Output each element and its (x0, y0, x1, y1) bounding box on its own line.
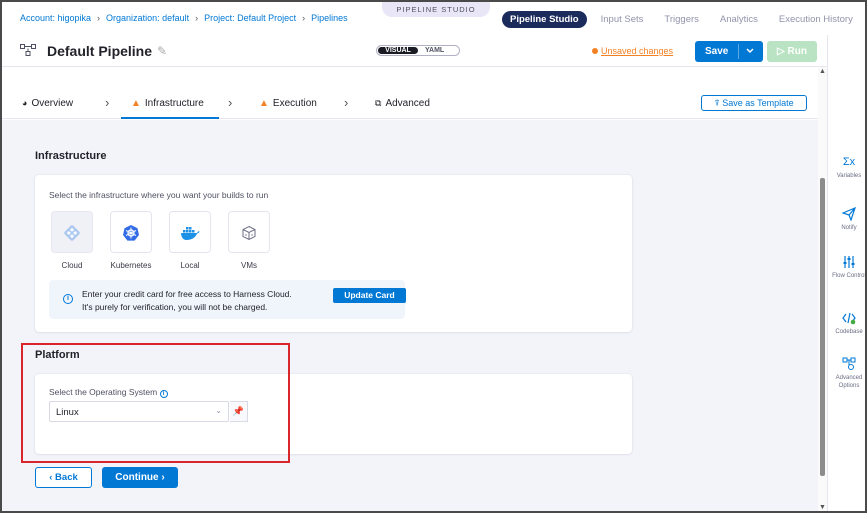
pipeline-studio-label: PIPELINE STUDIO (382, 2, 490, 17)
panel-item-variables-label: Variables (836, 173, 862, 179)
infra-option-vms[interactable] (228, 211, 270, 253)
highlight-box (21, 343, 290, 463)
top-navigation: Pipeline Studio Input Sets Triggers Anal… (502, 11, 865, 28)
panel-item-codebase[interactable]: Codebase (828, 311, 865, 336)
unsaved-changes-label: Unsaved changes (601, 46, 674, 56)
vm-icon (242, 225, 256, 241)
save-button-label: Save (705, 46, 729, 57)
step-infrastructure[interactable]: ▲ Infrastructure (121, 98, 219, 119)
play-icon: ▷ (777, 46, 788, 57)
save-as-template-button[interactable]: ⍒ Save as Template (701, 95, 807, 111)
step-infrastructure-label: Infrastructure (144, 98, 204, 109)
step-advanced-label: Advanced (385, 98, 430, 109)
banner-line-2: It's purely for verification, you will n… (82, 302, 268, 312)
tab-triggers[interactable]: Triggers (664, 14, 699, 25)
breadcrumb: Account: higopika › Organization: default… (20, 13, 348, 23)
kubernetes-icon (123, 225, 139, 241)
chevron-right-icon: › (344, 95, 349, 110)
pipeline-steps: ◕ Overview › ▲ Infrastructure › ▲ Execution… (2, 89, 820, 119)
panel-item-advanced-options-label: Advanced Options (835, 375, 863, 389)
notify-icon (842, 207, 856, 221)
toggle-yaml[interactable]: YAML (425, 47, 444, 54)
pipeline-header: Default Pipeline ✎ VISUAL YAML Unsaved c… (2, 35, 827, 67)
infra-option-cloud-label: Cloud (61, 261, 83, 270)
chevron-right-icon: › (158, 472, 165, 483)
tab-analytics[interactable]: Analytics (720, 14, 758, 25)
toggle-visual[interactable]: VISUAL (378, 47, 418, 54)
cloud-icon (64, 225, 80, 241)
infra-option-kubernetes-label: Kubernetes (110, 261, 152, 270)
infra-option-kubernetes[interactable] (110, 211, 152, 253)
continue-button[interactable]: Continue › (102, 467, 178, 488)
panel-item-variables[interactable]: Σx Variables (828, 155, 865, 180)
step-execution-label: Execution (272, 98, 317, 109)
warning-icon: ▲ (259, 98, 269, 109)
panel-item-notify[interactable]: Notify (828, 207, 865, 232)
save-as-template-label: Save as Template (722, 98, 794, 108)
visual-yaml-toggle[interactable]: VISUAL YAML (376, 45, 460, 56)
step-overview-label: Overview (31, 98, 74, 109)
overview-icon: ◕ (22, 98, 28, 108)
flow-control-icon (843, 256, 855, 268)
panel-item-notify-label: Notify (841, 225, 857, 231)
infrastructure-card: Select the infrastructure where you want… (35, 175, 632, 332)
breadcrumb-project[interactable]: Project: Default Project (204, 13, 296, 23)
infra-option-local[interactable] (169, 211, 211, 253)
run-button[interactable]: ▷ Run (767, 41, 817, 62)
chevron-right-icon: › (228, 95, 233, 110)
app-window: Account: higopika › Organization: default… (0, 0, 867, 513)
info-icon: i (63, 294, 73, 304)
update-card-button[interactable]: Update Card (333, 288, 406, 303)
breadcrumb-pipelines[interactable]: Pipelines (311, 13, 348, 23)
tab-input-sets[interactable]: Input Sets (601, 14, 644, 25)
panel-item-flow-control[interactable]: Flow Control (828, 255, 866, 280)
unsaved-changes-link[interactable]: Unsaved changes (592, 46, 673, 56)
scrollbar-thumb[interactable] (820, 178, 825, 476)
pencil-icon[interactable]: ✎ (157, 44, 167, 58)
step-execution[interactable]: ▲ Execution (259, 98, 317, 109)
top-bar: Account: higopika › Organization: default… (2, 2, 865, 35)
panel-item-flow-control-label: Flow Control (832, 273, 866, 279)
run-button-label: Run (787, 46, 807, 57)
chevron-right-icon: › (105, 95, 110, 110)
step-advanced[interactable]: ⧉ Advanced (375, 98, 430, 109)
right-side-panel: Σx Variables Notify Flow Control Codebas… (827, 35, 866, 511)
tab-execution-history[interactable]: Execution History (779, 14, 853, 25)
warning-icon: ▲ (131, 98, 141, 109)
chevron-right-icon: › (302, 13, 306, 23)
chevron-right-icon: › (195, 13, 199, 23)
infra-option-cloud[interactable] (51, 211, 93, 253)
panel-item-codebase-label: Codebase (835, 329, 863, 335)
infrastructure-subtitle: Select the infrastructure where you want… (49, 190, 269, 200)
chevron-down-icon[interactable] (745, 44, 755, 58)
advanced-icon: ⧉ (375, 98, 382, 108)
save-divider (738, 44, 739, 59)
back-button[interactable]: ‹ Back (35, 467, 92, 488)
credit-card-banner: i Enter your credit card for free access… (49, 280, 406, 319)
banner-line-1: Enter your credit card for free access t… (82, 289, 292, 299)
chevron-right-icon: › (97, 13, 101, 23)
tab-pipeline-studio[interactable]: Pipeline Studio (502, 11, 587, 28)
infra-option-local-label: Local (180, 261, 200, 270)
step-overview[interactable]: ◕ Overview (22, 98, 73, 109)
advanced-options-icon (842, 357, 856, 370)
unsaved-dot-icon (592, 48, 598, 54)
variables-icon: Σx (842, 156, 856, 168)
panel-item-advanced-options[interactable]: Advanced Options (828, 357, 865, 390)
infrastructure-title: Infrastructure (35, 150, 107, 162)
breadcrumb-account[interactable]: Account: higopika (20, 13, 91, 23)
page-title: Default Pipeline (47, 43, 153, 59)
pipeline-icon (20, 44, 36, 56)
codebase-icon (842, 312, 856, 325)
scroll-down-arrow[interactable]: ▼ (819, 504, 826, 511)
docker-icon (181, 227, 200, 240)
infra-option-vms-label: VMs (241, 261, 257, 270)
save-button[interactable]: Save (695, 41, 763, 62)
banner-text: Enter your credit card for free access t… (82, 288, 292, 314)
breadcrumb-organization[interactable]: Organization: default (106, 13, 189, 23)
continue-button-label: Continue (115, 472, 159, 483)
back-button-label: Back (55, 472, 78, 483)
scroll-up-arrow[interactable]: ▲ (819, 68, 826, 75)
